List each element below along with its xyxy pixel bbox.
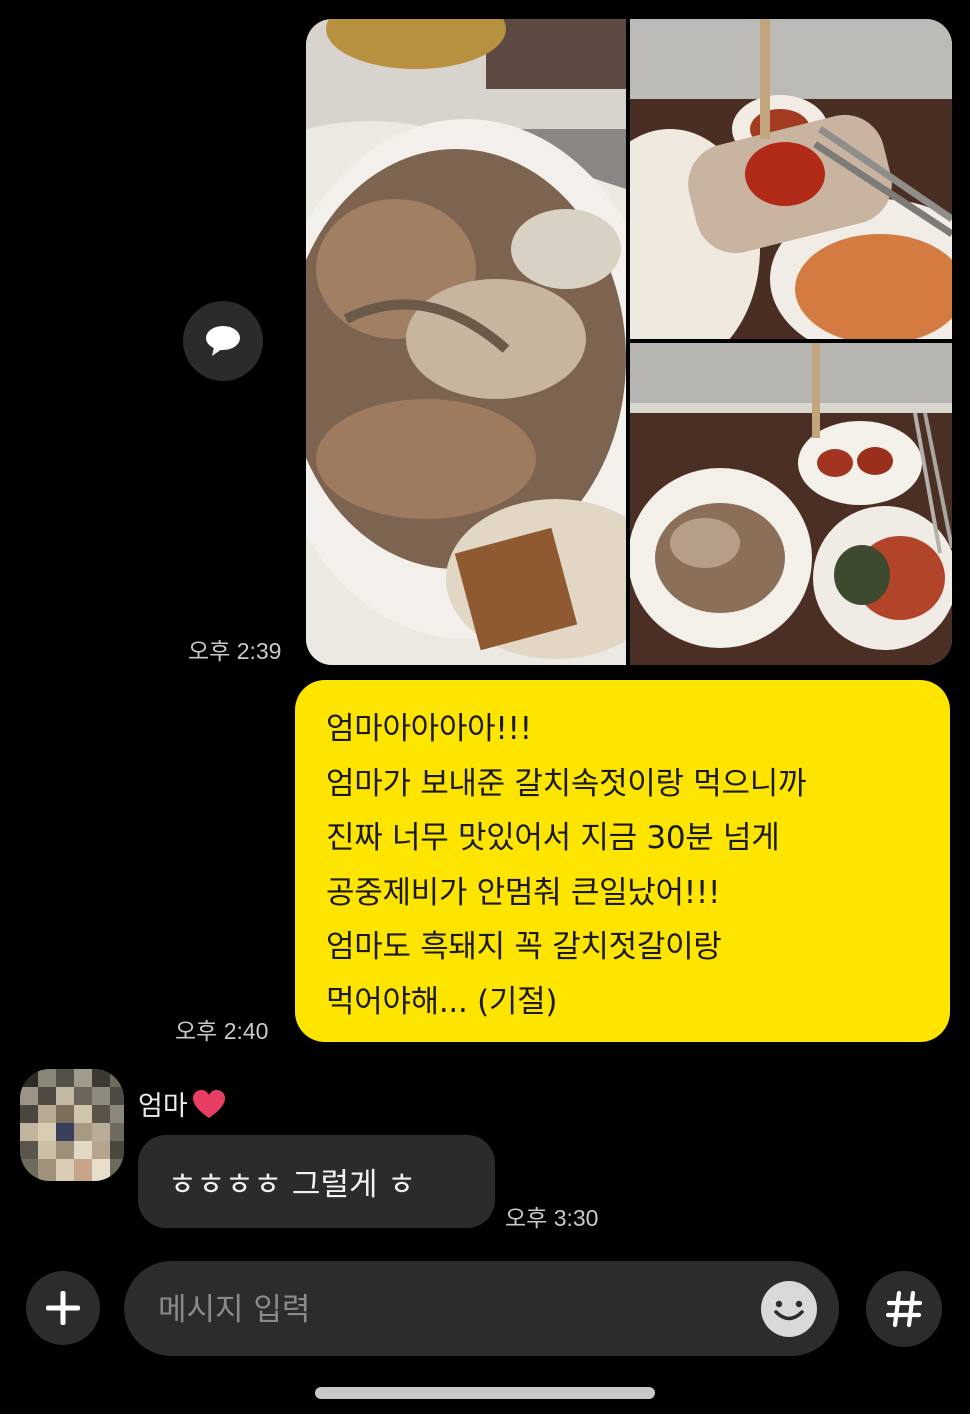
- hashtag-button[interactable]: [866, 1271, 942, 1347]
- photo-timestamp: 오후 2:39: [188, 638, 282, 664]
- message-line: 엄마아아아아!!!: [326, 711, 532, 747]
- message-line: 엄마가 보내준 갈치속젓이랑 먹으니까: [326, 765, 807, 802]
- message-line: 진짜 너무 맛있어서 지금 30분 넘게: [326, 820, 780, 856]
- their-message-bubble[interactable]: ㅎㅎㅎㅎ 그럴게 ㅎ: [138, 1135, 495, 1228]
- attach-button[interactable]: [26, 1271, 100, 1345]
- speech-bubble-icon: [206, 326, 240, 356]
- reply-timestamp: 오후 3:30: [505, 1205, 599, 1231]
- sender-name: 엄마: [138, 1091, 188, 1122]
- home-indicator[interactable]: [315, 1387, 655, 1399]
- avatar[interactable]: [20, 1069, 124, 1181]
- message-text: ㅎㅎㅎㅎ 그럴게 ㅎ: [168, 1167, 416, 1203]
- message-line: 엄마도 흑돼지 꼭 갈치젓갈이랑: [326, 929, 722, 965]
- photo-pork-plate[interactable]: [306, 19, 626, 665]
- my-message-bubble[interactable]: 엄마아아아아!!! 엄마가 보내준 갈치속젓이랑 먹으니까 진짜 너무 맛있어서…: [295, 680, 950, 1042]
- share-button[interactable]: [183, 301, 263, 381]
- sender-name-row: 엄마: [138, 1084, 226, 1123]
- heart-icon: [192, 1089, 225, 1118]
- my-message-timestamp: 오후 2:40: [175, 1018, 269, 1044]
- photo-chopsticks-closeup[interactable]: [630, 19, 952, 339]
- message-line: 공중제비가 안멈춰 큰일났어!!!: [326, 874, 721, 911]
- plus-icon: [46, 1291, 80, 1325]
- smile-icon: [761, 1281, 817, 1337]
- hash-icon: [885, 1290, 923, 1328]
- photo-full-tray[interactable]: [630, 343, 952, 665]
- message-input-container: [124, 1261, 839, 1358]
- emoji-button[interactable]: [757, 1277, 821, 1341]
- message-input[interactable]: [156, 1261, 760, 1358]
- photo-collage[interactable]: [306, 19, 952, 665]
- message-line: 먹어야해... (기절): [326, 983, 558, 1020]
